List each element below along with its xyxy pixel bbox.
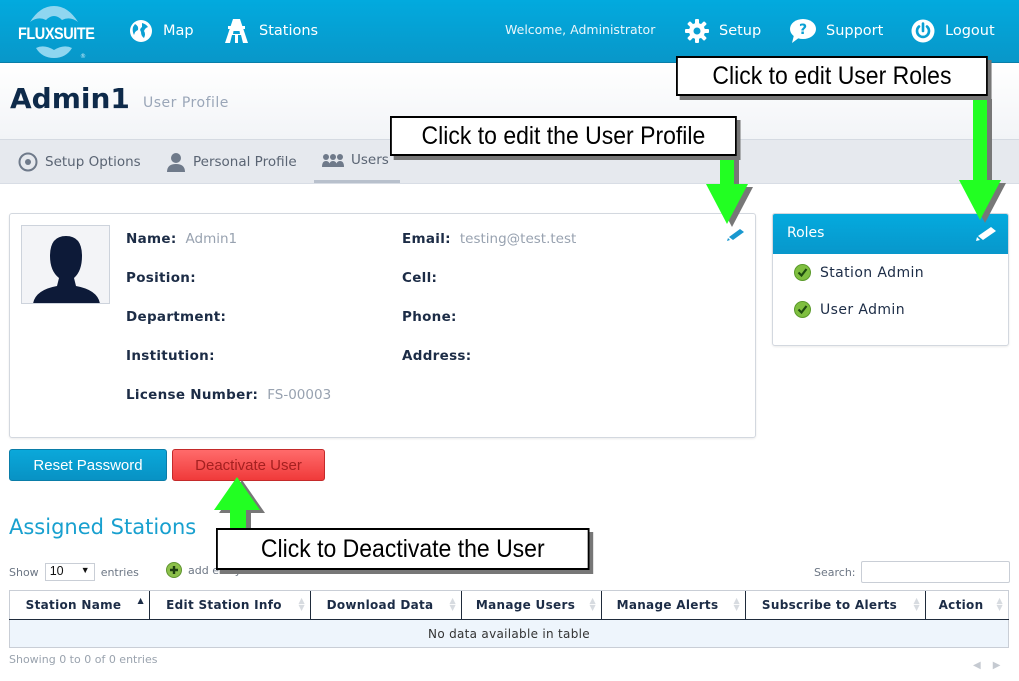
field-license-number: License Number: FS-00003 [126, 387, 332, 403]
annotation-arrow-edit-profile [706, 150, 753, 227]
welcome-text: Welcome, Administrator [505, 22, 656, 37]
page-size-select[interactable]: 10 ▼ [44, 563, 95, 581]
fluxsuite-logo[interactable]: ® FLUXSUITE [14, 4, 95, 60]
column-header-manage-alerts[interactable]: Manage Alerts ▲ ▼ [601, 590, 746, 620]
nav-support-label: Support [826, 23, 884, 39]
avatar [21, 225, 110, 304]
gear-icon [685, 19, 709, 43]
users-icon [322, 154, 344, 167]
next-page-button[interactable]: ▶ [993, 660, 1001, 671]
search-input[interactable] [860, 561, 1010, 583]
nav-logout[interactable]: Logout [911, 15, 995, 47]
assigned-stations-table: Station Name ▲ Edit Station Info ▲ ▼ Downlo… [9, 590, 1009, 648]
nav-logout-label: Logout [945, 23, 995, 39]
field-institution: Institution: [126, 348, 215, 364]
column-header-download-data[interactable]: Download Data ▲ ▼ [310, 590, 462, 620]
role-item: Station Admin [773, 254, 1008, 291]
roles-panel: Roles Station Admin User Admin [772, 213, 1009, 346]
empty-table-message: No data available in table [9, 619, 1009, 648]
sort-icon: ▲ ▼ [298, 596, 305, 612]
sort-icon: ▲ ▼ [733, 596, 740, 612]
tab-setup-options[interactable]: Setup Options [18, 140, 141, 183]
column-header-edit-station-info[interactable]: Edit Station Info ▲ ▼ [149, 590, 311, 620]
roles-title: Roles [787, 225, 825, 241]
column-header-station-name[interactable]: Station Name ▲ [9, 590, 150, 620]
role-item: User Admin [773, 291, 1008, 328]
field-position: Position: [126, 270, 196, 286]
nav-map[interactable]: Map [129, 15, 194, 47]
person-icon [167, 152, 185, 172]
top-navigation-bar: ® FLUXSUITE Map Stations Welcome, Admini… [0, 0, 1019, 63]
table-row-empty: No data available in table [9, 619, 1009, 648]
edit-roles-pencil-icon[interactable] [976, 225, 998, 241]
reset-password-button[interactable]: Reset Password [9, 449, 167, 481]
field-cell: Cell: [402, 270, 438, 286]
plus-circle-icon [166, 562, 182, 578]
nav-support[interactable]: ? Support [789, 15, 883, 47]
field-email: Email: testing@test.test [402, 231, 577, 247]
previous-page-button[interactable]: ◀ [973, 660, 981, 671]
table-search: Search: [814, 561, 1010, 583]
logo-text: FLUXSUITE [18, 24, 95, 43]
field-address: Address: [402, 348, 472, 364]
check-circle-icon [794, 264, 811, 281]
settings-circle-icon [18, 152, 38, 171]
pagination: ◀ ▶ [973, 660, 1000, 671]
annotation-arrow-edit-roles [959, 96, 1006, 223]
nav-setup-label: Setup [719, 23, 762, 39]
tab-users[interactable]: Users [314, 140, 400, 183]
svg-text:?: ? [799, 22, 807, 38]
sort-icon: ▲ ▼ [913, 596, 920, 612]
assigned-stations-title: Assigned Stations [9, 515, 197, 539]
user-profile-panel: Name: Admin1 Position: Department: Insti… [9, 213, 756, 438]
globe-icon [130, 20, 152, 42]
column-header-subscribe-to-alerts[interactable]: Subscribe to Alerts ▲ ▼ [745, 590, 926, 620]
svg-text:®: ® [80, 53, 86, 60]
annotation-deactivate-user: Click to Deactivate the User [216, 528, 590, 570]
tab-users-label: Users [351, 152, 389, 168]
page-subtitle: User Profile [143, 95, 229, 111]
field-name: Name: Admin1 [126, 231, 238, 247]
column-header-action[interactable]: Action ▲ ▼ [925, 590, 1009, 620]
page-title: Admin1 [10, 82, 130, 115]
annotation-edit-roles: Click to edit User Roles [676, 56, 988, 96]
person-silhouette-icon [33, 236, 100, 303]
field-department: Department: [126, 309, 227, 325]
table-info: Showing 0 to 0 of 0 entries [9, 653, 158, 666]
nav-stations[interactable]: Stations [224, 15, 318, 47]
sort-icon: ▲ ▼ [996, 596, 1003, 612]
tower-icon [225, 19, 248, 43]
check-circle-icon [794, 301, 811, 318]
page-size-control: Show 10 ▼ entries [9, 563, 139, 581]
help-bubble-icon: ? [790, 19, 816, 43]
nav-setup[interactable]: Setup [685, 15, 761, 47]
power-icon [911, 19, 935, 43]
chevron-down-icon: ▼ [80, 565, 90, 575]
column-header-manage-users[interactable]: Manage Users ▲ ▼ [461, 590, 602, 620]
tab-setup-options-label: Setup Options [45, 153, 141, 170]
sort-icon: ▲ ▼ [449, 596, 456, 612]
nav-stations-label: Stations [259, 23, 319, 39]
tab-personal-profile[interactable]: Personal Profile [166, 140, 297, 183]
tab-personal-profile-label: Personal Profile [193, 153, 297, 170]
field-phone: Phone: [402, 309, 457, 325]
annotation-edit-profile: Click to edit the User Profile [390, 116, 737, 156]
sort-ascending-icon: ▲ [137, 596, 144, 605]
sort-icon: ▲ ▼ [589, 596, 596, 612]
nav-map-label: Map [163, 23, 194, 39]
